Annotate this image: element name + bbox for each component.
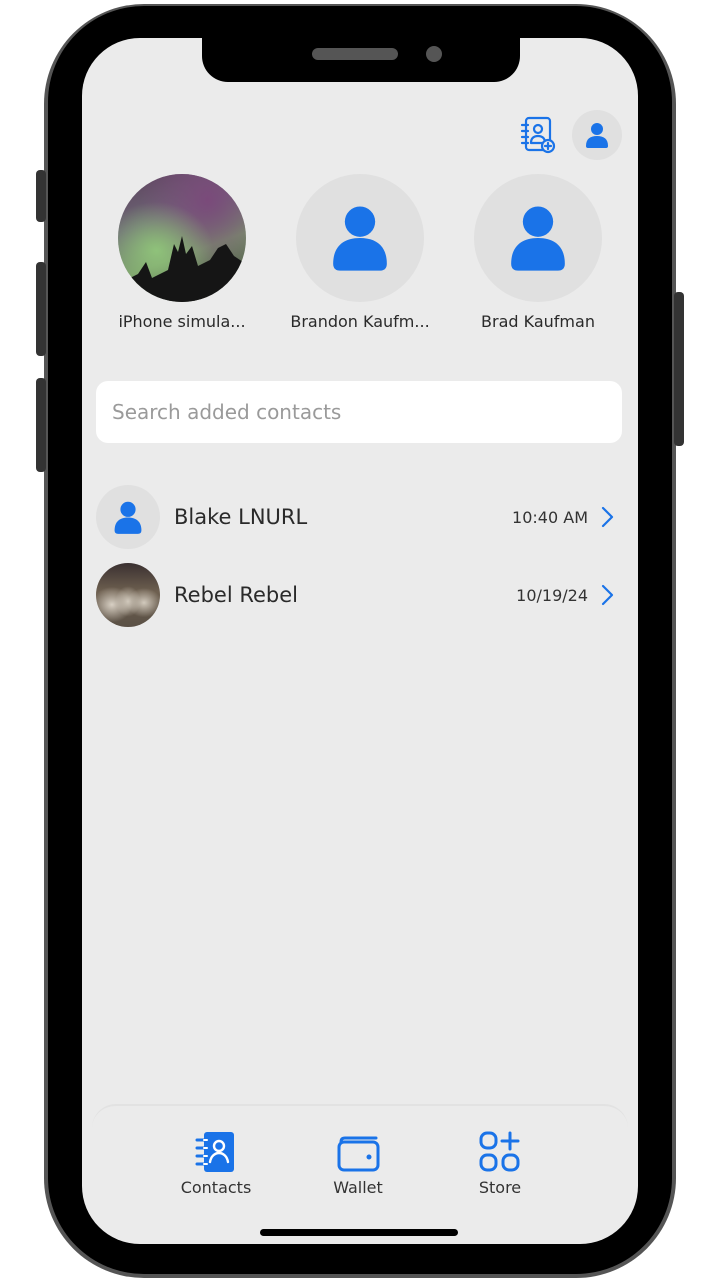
add-contact-button[interactable] [518,115,558,155]
recent-contact[interactable]: Brandon Kaufm... [280,174,440,331]
avatar [296,174,424,302]
contacts-book-icon [195,1132,234,1172]
recent-contact[interactable]: iPhone simula... [102,174,262,331]
person-icon [114,501,142,534]
search-input[interactable] [110,399,608,425]
avatar-photo [96,563,160,627]
notch [202,38,520,82]
contact-book-plus-icon [520,116,556,154]
power-button [674,292,684,446]
contact-name: Blake LNURL [174,505,308,529]
tab-contacts[interactable]: Contacts [161,1130,271,1197]
recent-contact-name: Brandon Kaufm... [290,312,430,331]
avatar [96,485,160,549]
contact-time: 10:40 AM [512,507,588,527]
volume-up-button [36,262,46,356]
profile-button[interactable] [572,110,622,160]
tab-label: Contacts [180,1178,252,1197]
speaker [312,48,398,60]
chevron-right-icon [601,506,614,528]
avatar-photo-aurora [118,174,246,302]
tab-label: Store [478,1178,522,1197]
person-icon [333,206,387,271]
list-item[interactable]: Rebel Rebel 10/19/24 [96,556,622,634]
wallet-icon [337,1136,380,1172]
contact-name: Rebel Rebel [174,583,298,607]
home-indicator[interactable] [260,1229,458,1236]
tree-silhouette [118,236,246,302]
recent-contact-name: iPhone simula... [118,312,246,331]
apps-plus-icon [479,1131,520,1172]
header-actions [518,110,622,160]
list-item[interactable]: Blake LNURL 10:40 AM [96,478,622,556]
contact-list: Blake LNURL 10:40 AM Rebel Rebel 10/19/2… [96,478,622,634]
recent-contact-name: Brad Kaufman [481,312,595,331]
tab-wallet[interactable]: Wallet [303,1130,413,1197]
avatar [118,174,246,302]
search-box [96,381,622,443]
recent-contacts: iPhone simula... Brandon Kaufm... Brad K… [102,174,618,331]
contact-time: 10/19/24 [516,585,588,605]
recent-contact[interactable]: Brad Kaufman [458,174,618,331]
app-screen: iPhone simula... Brandon Kaufm... Brad K… [82,38,638,1244]
avatar [96,563,160,627]
bottom-tab-bar: Contacts Wallet Store [92,1104,628,1244]
volume-down-button [36,378,46,472]
person-icon [511,206,565,271]
front-camera [426,46,442,62]
avatar [474,174,602,302]
tab-label: Wallet [333,1178,383,1197]
tab-store[interactable]: Store [445,1130,555,1197]
chevron-right-icon [601,584,614,606]
silent-switch [36,170,46,222]
person-icon [586,123,608,148]
